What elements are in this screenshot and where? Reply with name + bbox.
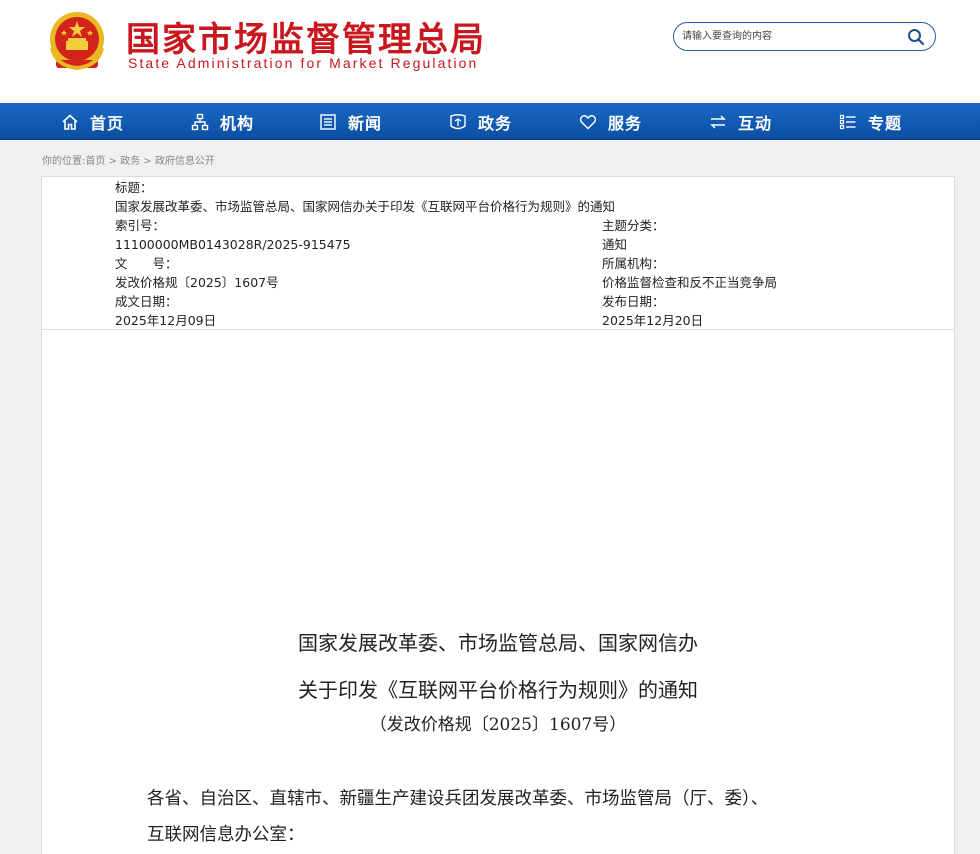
meta-published-label: 发布日期： — [602, 294, 665, 309]
home-icon — [60, 112, 80, 132]
content-panel: 标题： 国家发展改革委、市场监管总局、国家网信办关于印发《互联网平台价格行为规则… — [41, 176, 955, 854]
nav-item-services[interactable]: 服务 — [578, 103, 642, 140]
nav-item-label: 首页 — [90, 113, 125, 133]
nav-item-label: 互动 — [738, 113, 773, 133]
list-icon — [838, 112, 858, 132]
nav-item-label: 服务 — [608, 113, 643, 133]
breadcrumb-public-info-link[interactable]: 政府信息公开 — [155, 156, 215, 167]
breadcrumb: 你的位置:首页 > 政务 > 政府信息公开 — [42, 152, 215, 167]
search-box — [673, 22, 936, 51]
document-metadata: 标题： 国家发展改革委、市场监管总局、国家网信办关于印发《互联网平台价格行为规则… — [42, 177, 954, 330]
meta-index-label: 索引号： — [115, 218, 166, 233]
nav-item-news[interactable]: 新闻 — [318, 103, 382, 140]
site-title[interactable]: 国家市场监督管理总局 — [126, 12, 486, 61]
org-chart-icon — [190, 112, 210, 132]
nav-item-label: 专题 — [868, 113, 903, 133]
breadcrumb-government-link[interactable]: 政务 — [120, 156, 140, 167]
breadcrumb-separator: > — [140, 156, 155, 167]
national-emblem-logo[interactable] — [44, 8, 110, 74]
meta-created-value: 2025年12月09日 — [115, 313, 217, 328]
breadcrumb-separator: > — [105, 156, 121, 167]
nav-item-label: 政务 — [478, 113, 513, 133]
meta-org-value: 价格监督检查和反不正当竞争局 — [602, 275, 778, 290]
document-body-line-2: 互联网信息办公室： — [147, 825, 305, 845]
meta-title-label: 标题： — [115, 180, 153, 195]
exchange-icon — [708, 112, 728, 132]
site-subtitle: State Administration for Market Regulati… — [128, 55, 479, 71]
breadcrumb-home-link[interactable]: 首页 — [85, 156, 105, 167]
nav-item-label: 新闻 — [348, 113, 383, 133]
document-title-line-1: 国家发展改革委、市场监管总局、国家网信办 — [298, 631, 698, 655]
main-nav: 首页 机构 新闻 政务 服务 互动 专题 — [0, 103, 980, 140]
search-icon[interactable] — [907, 28, 925, 46]
document-body-line-1: 各省、自治区、直辖市、新疆生产建设兵团发展改革委、市场监管局（厅、委）、 — [147, 789, 769, 809]
meta-index-value: 11100000MB0143028R/2025-915475 — [115, 237, 351, 252]
government-icon — [448, 112, 468, 132]
search-input[interactable] — [682, 26, 902, 47]
news-icon — [318, 112, 338, 132]
nav-item-organization[interactable]: 机构 — [190, 103, 254, 140]
document-number: （发改价格规〔2025〕1607号） — [369, 715, 627, 735]
nav-item-home[interactable]: 首页 — [60, 103, 124, 140]
meta-category-label: 主题分类： — [602, 218, 665, 233]
nav-item-government[interactable]: 政务 — [448, 103, 512, 140]
heart-icon — [578, 112, 598, 132]
nav-item-label: 机构 — [220, 113, 255, 133]
meta-category-value: 通知 — [602, 237, 628, 252]
document-title-line-2: 关于印发《互联网平台价格行为规则》的通知 — [298, 678, 698, 702]
nav-item-topics[interactable]: 专题 — [838, 103, 902, 140]
site-header: 国家市场监督管理总局 State Administration for Mark… — [0, 0, 980, 103]
meta-created-label: 成文日期： — [115, 294, 178, 309]
meta-title-value: 国家发展改革委、市场监管总局、国家网信办关于印发《互联网平台价格行为规则》的通知 — [115, 199, 616, 214]
nav-item-interaction[interactable]: 互动 — [708, 103, 772, 140]
breadcrumb-prefix: 你的位置: — [42, 156, 86, 167]
meta-org-label: 所属机构： — [602, 256, 665, 271]
meta-docno-value: 发改价格规〔2025〕1607号 — [115, 275, 279, 290]
meta-published-value: 2025年12月20日 — [602, 313, 704, 328]
meta-docno-label: 文 号： — [115, 256, 178, 271]
